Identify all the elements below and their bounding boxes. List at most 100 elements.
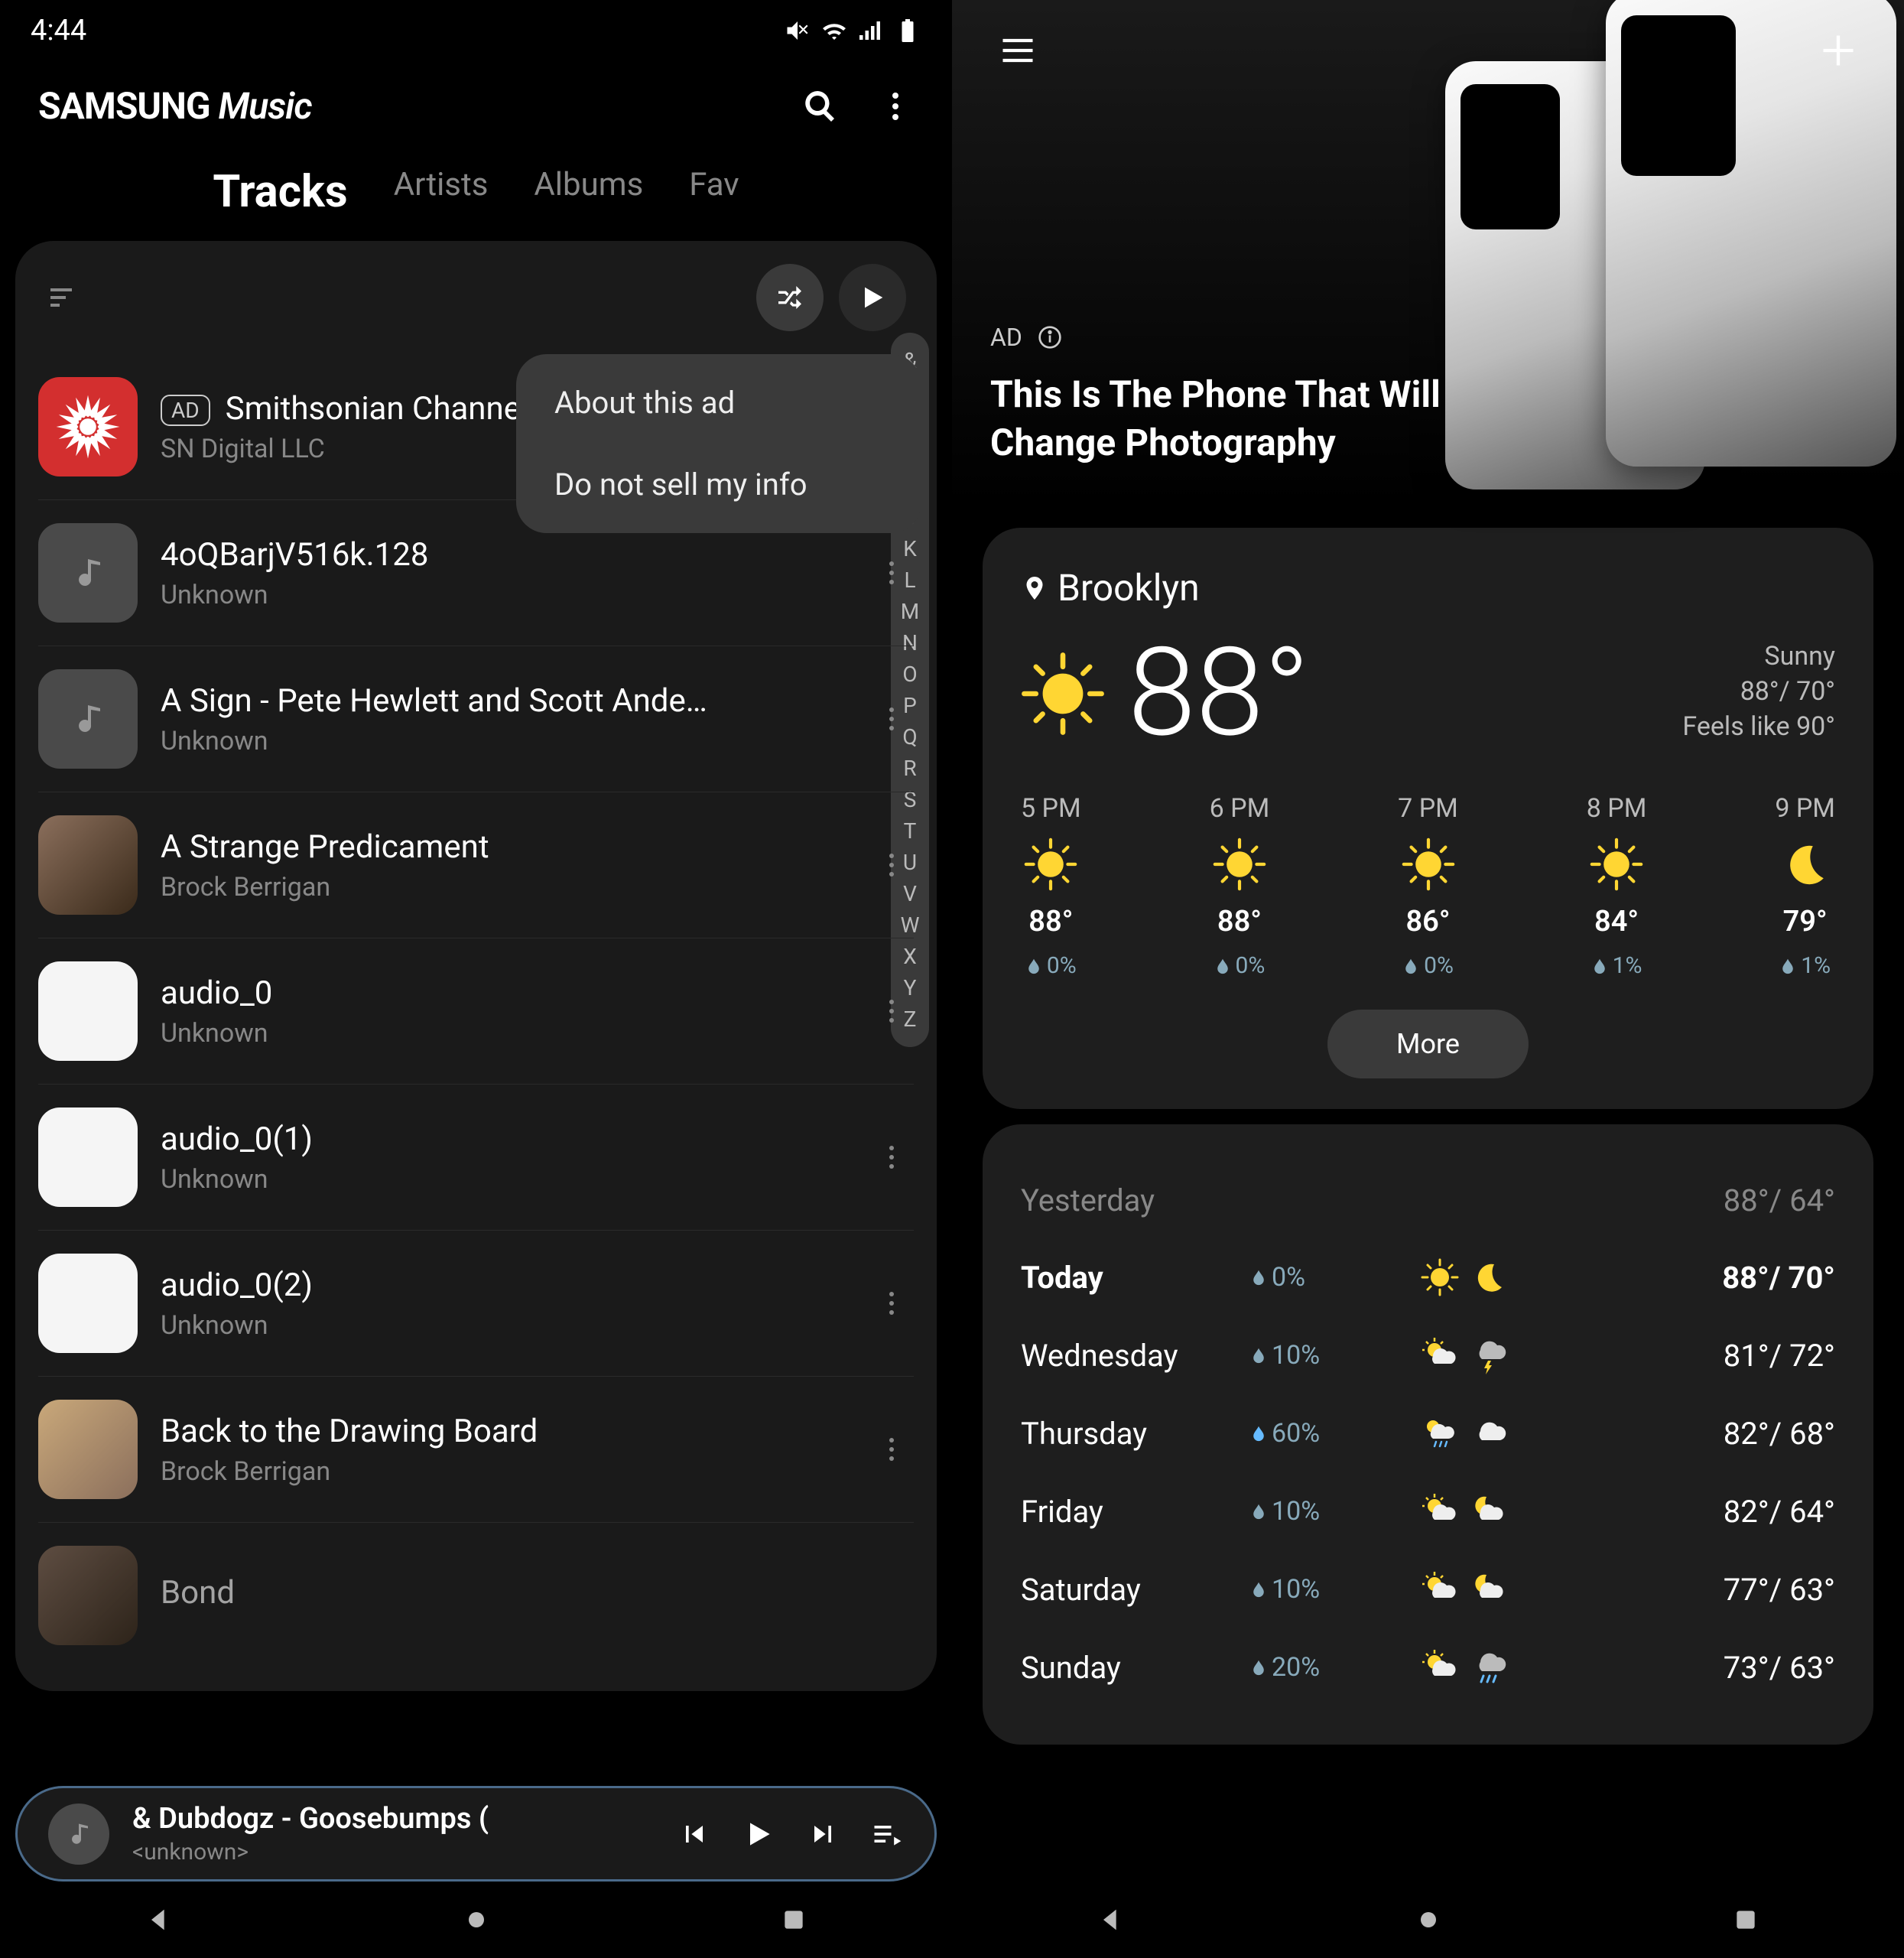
nav-back[interactable] xyxy=(144,1904,174,1935)
cloud-icon xyxy=(1470,1414,1508,1452)
sun-icon xyxy=(1402,838,1455,891)
nav-recent[interactable] xyxy=(778,1904,809,1935)
forecast-row[interactable]: Today0%88°/ 70° xyxy=(1021,1238,1835,1316)
hour-col: 9 PM 79° 1% xyxy=(1775,793,1835,979)
track-row[interactable]: audio_0(2)Unknown xyxy=(38,1231,914,1377)
ad-banner[interactable]: AD This Is The Phone That Will Change Ph… xyxy=(952,0,1904,505)
hour-col: 6 PM 88° 0% xyxy=(1210,793,1270,979)
menu-icon[interactable] xyxy=(877,88,914,125)
now-playing-artist: <unknown> xyxy=(132,1839,655,1865)
mute-icon xyxy=(784,17,811,44)
ad-menu-item[interactable]: About this ad xyxy=(516,362,921,444)
ad-options-menu: About this adDo not sell my info xyxy=(516,354,921,533)
tab-fav[interactable]: Fav xyxy=(689,166,739,218)
album-art xyxy=(38,1546,138,1645)
forecast-row[interactable]: Sunday20%73°/ 63° xyxy=(1021,1628,1835,1706)
current-weather-card: Brooklyn 88° Sunny88°/ 70°Feels like 90°… xyxy=(983,528,1873,1109)
track-title: 4oQBarjV516k.128 xyxy=(161,536,854,574)
tab-albums[interactable]: Albums xyxy=(534,166,643,218)
track-title: Back to the Drawing Board xyxy=(161,1413,854,1450)
nav-recent[interactable] xyxy=(1730,1904,1761,1935)
album-art xyxy=(38,1400,138,1499)
forecast-row[interactable]: Saturday10%77°/ 63° xyxy=(1021,1550,1835,1628)
next-button[interactable] xyxy=(806,1817,840,1851)
partrain-icon xyxy=(1421,1414,1459,1452)
status-time: 4:44 xyxy=(31,14,86,47)
ad-headline: This Is The Phone That Will Change Photo… xyxy=(990,371,1525,467)
track-more-icon[interactable] xyxy=(877,999,914,1023)
track-artist: Unknown xyxy=(161,580,854,610)
partmoon-icon xyxy=(1470,1492,1508,1530)
ad-label: AD xyxy=(990,323,1062,352)
track-artist: Unknown xyxy=(161,726,854,756)
track-title: audio_0(1) xyxy=(161,1120,854,1158)
forecast-row[interactable]: Friday10%82°/ 64° xyxy=(1021,1472,1835,1550)
album-art xyxy=(38,523,138,623)
current-weather-icon xyxy=(1021,652,1105,736)
search-icon[interactable] xyxy=(802,88,839,125)
forecast-row[interactable]: Thursday60%82°/ 68° xyxy=(1021,1394,1835,1472)
hour-col: 7 PM 86° 0% xyxy=(1398,793,1458,979)
track-row[interactable]: audio_0(1) Unknown xyxy=(38,1085,914,1231)
track-artist: Unknown xyxy=(161,1164,854,1195)
now-playing-bar[interactable]: & Dubdogz - Goosebumps ( <unknown> xyxy=(15,1786,937,1882)
nav-bar xyxy=(0,1882,952,1958)
track-artist: Unknown xyxy=(161,1018,854,1049)
sun-icon xyxy=(1024,838,1077,891)
weather-app-screen: AD This Is The Phone That Will Change Ph… xyxy=(952,0,1904,1958)
track-title: A Sign - Pete Hewlett and Scott Ande… xyxy=(161,682,854,720)
track-more-icon[interactable] xyxy=(877,707,914,731)
moon-icon xyxy=(1779,838,1832,891)
sun-icon xyxy=(1213,838,1266,891)
nav-back[interactable] xyxy=(1096,1904,1126,1935)
moon-icon xyxy=(1470,1258,1508,1296)
album-art xyxy=(38,669,138,769)
track-row[interactable]: audio_0 Unknown xyxy=(38,938,914,1085)
tab-artists[interactable]: Artists xyxy=(394,166,489,218)
app-header: SAMSUNG Music xyxy=(0,61,952,151)
track-more-icon[interactable] xyxy=(877,853,914,877)
partsun-icon xyxy=(1421,1336,1459,1374)
track-list: ADSmithsonian ChannelSN Digital LLCAbout… xyxy=(15,354,937,1668)
ad-menu-item[interactable]: Do not sell my info xyxy=(516,444,921,525)
sort-icon[interactable] xyxy=(46,279,83,316)
nav-home[interactable] xyxy=(461,1904,492,1935)
battery-icon xyxy=(894,17,921,44)
track-more-icon[interactable] xyxy=(877,1291,914,1316)
more-button[interactable]: More xyxy=(1327,1010,1529,1078)
track-more-icon[interactable] xyxy=(877,1437,914,1462)
current-temp: 88° xyxy=(1128,633,1310,755)
play-all-button[interactable] xyxy=(839,264,906,331)
status-icons xyxy=(784,17,921,44)
track-artist: Brock Berrigan xyxy=(161,1456,854,1487)
track-title: Bond xyxy=(161,1574,914,1612)
daily-forecast-card: Yesterday88°/ 64°Today0%88°/ 70°Wednesda… xyxy=(983,1124,1873,1745)
shuffle-button[interactable] xyxy=(756,264,824,331)
track-row[interactable]: Back to the Drawing Board Brock Berrigan xyxy=(38,1377,914,1523)
play-button[interactable] xyxy=(742,1817,775,1851)
forecast-row[interactable]: Yesterday88°/ 64° xyxy=(1021,1163,1835,1238)
tab-tracks[interactable]: Tracks xyxy=(213,166,347,218)
previous-button[interactable] xyxy=(677,1817,711,1851)
add-icon[interactable] xyxy=(1818,31,1858,73)
partsun-icon xyxy=(1421,1570,1459,1608)
sun-icon xyxy=(1421,1258,1459,1296)
track-more-icon[interactable] xyxy=(877,1145,914,1169)
track-row[interactable]: Bond xyxy=(38,1523,914,1668)
track-row[interactable]: A Sign - Pete Hewlett and Scott Ande… Unk… xyxy=(38,646,914,792)
location-row[interactable]: Brooklyn xyxy=(1021,566,1835,610)
track-artist: Unknown xyxy=(161,1310,854,1341)
track-title: audio_0 xyxy=(161,974,854,1012)
track-more-icon[interactable] xyxy=(877,561,914,585)
forecast-row[interactable]: Wednesday10%81°/ 72° xyxy=(1021,1316,1835,1394)
track-title: A Strange Predicament xyxy=(161,828,854,866)
partmoon-icon xyxy=(1470,1570,1508,1608)
nav-home[interactable] xyxy=(1413,1904,1444,1935)
queue-button[interactable] xyxy=(870,1817,904,1851)
location-name: Brooklyn xyxy=(1058,566,1200,610)
track-row[interactable]: ADSmithsonian ChannelSN Digital LLCAbout… xyxy=(38,354,914,500)
track-artist: Brock Berrigan xyxy=(161,872,854,903)
track-row[interactable]: A Strange Predicament Brock Berrigan xyxy=(38,792,914,938)
hamburger-icon[interactable] xyxy=(998,31,1038,73)
track-panel: &FGHIJKLMNOPQRSTUVWXYZ ADSmithsonian Cha… xyxy=(15,241,937,1691)
